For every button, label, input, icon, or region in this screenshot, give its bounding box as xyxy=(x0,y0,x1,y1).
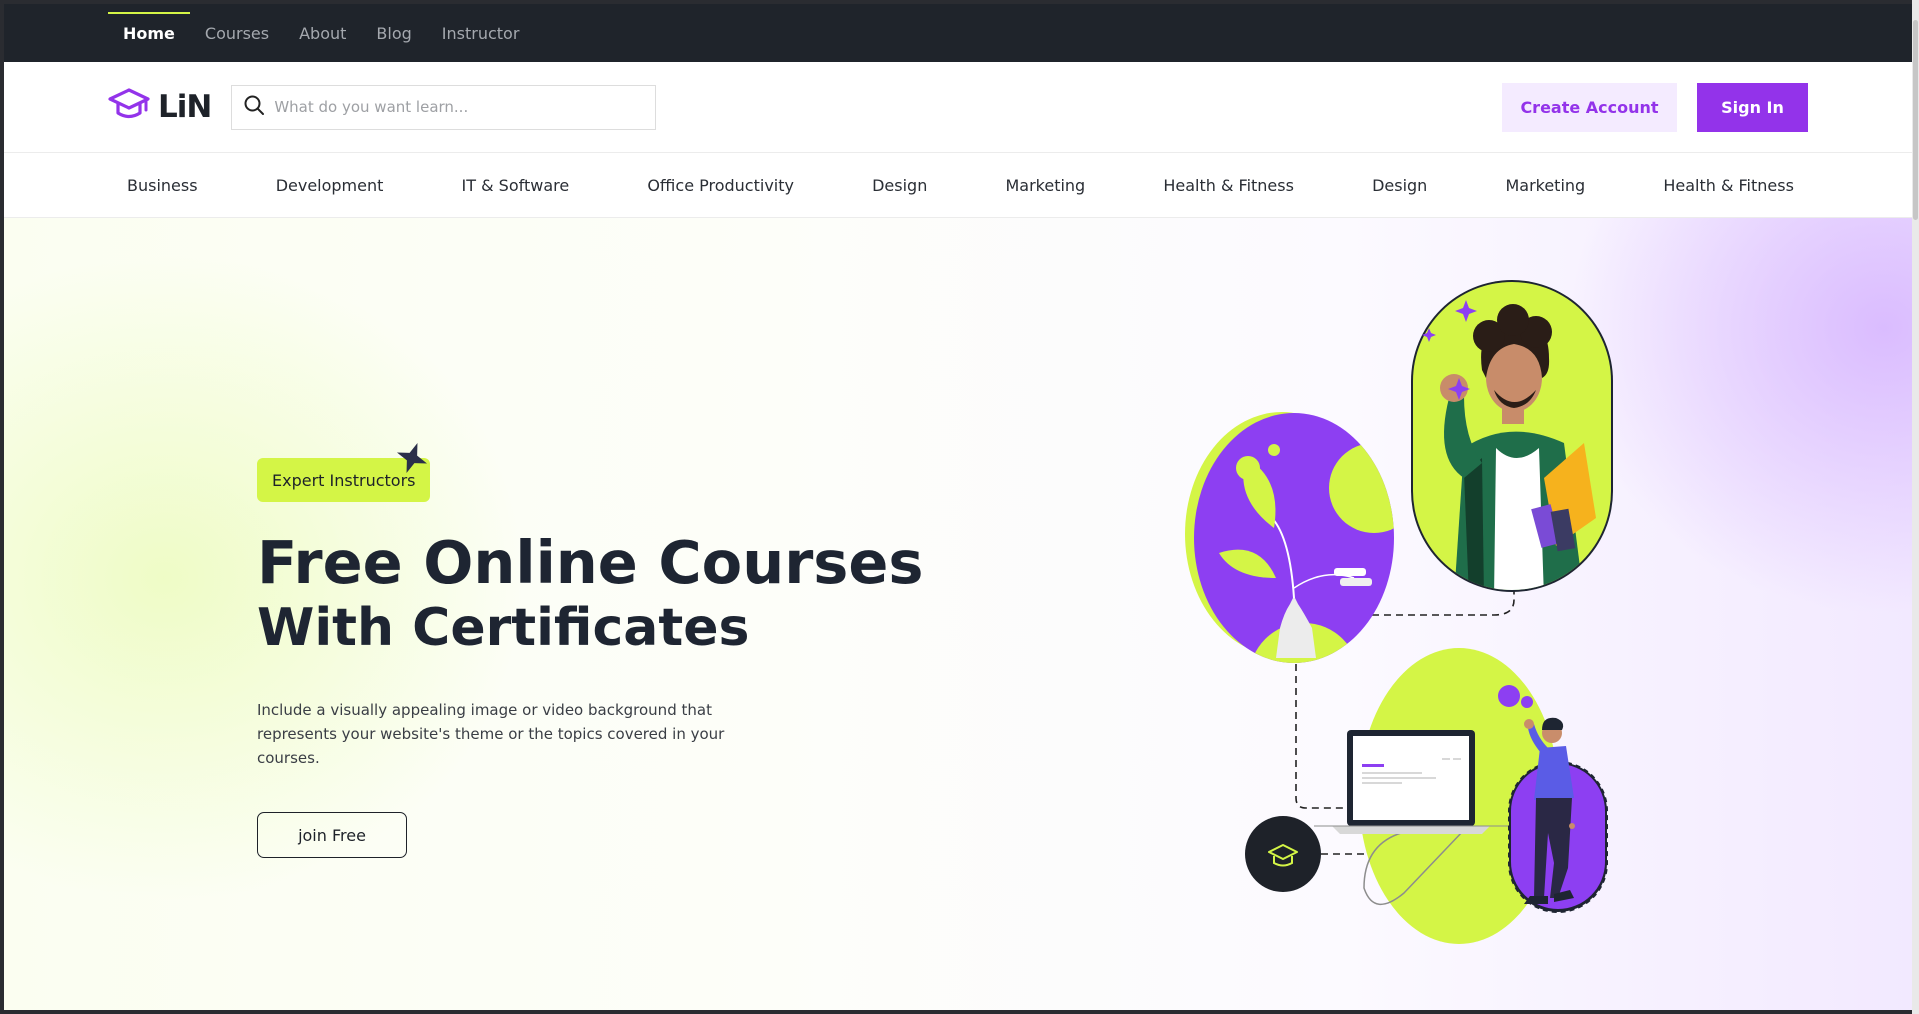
plant-illustration xyxy=(1185,412,1394,663)
sign-in-button[interactable]: Sign In xyxy=(1697,82,1808,132)
category-marketing[interactable]: Marketing xyxy=(1005,176,1085,195)
category-office-productivity[interactable]: Office Productivity xyxy=(647,176,794,195)
search-box[interactable] xyxy=(231,84,657,130)
top-nav-instructor[interactable]: Instructor xyxy=(427,4,535,62)
category-development[interactable]: Development xyxy=(276,176,384,195)
category-design-2[interactable]: Design xyxy=(1372,176,1427,195)
category-bar: Business Development IT & Software Offic… xyxy=(4,153,1912,218)
hero-description: Include a visually appealing image or vi… xyxy=(257,701,725,767)
category-marketing-2[interactable]: Marketing xyxy=(1505,176,1585,195)
category-health-fitness[interactable]: Health & Fitness xyxy=(1163,176,1294,195)
top-navigation: Home Courses About Blog Instructor xyxy=(4,4,1912,62)
hero-subtitle: With Certificates xyxy=(257,598,750,658)
hero-title: Free Online Courses xyxy=(257,528,924,597)
browser-viewport: Home Courses About Blog Instructor LiN W… xyxy=(4,4,1912,1010)
category-design[interactable]: Design xyxy=(872,176,927,195)
graduation-cap-circle xyxy=(1245,816,1321,892)
category-health-fitness-2[interactable]: Health & Fitness xyxy=(1663,176,1794,195)
hero-illustration xyxy=(1185,280,1613,944)
graduation-cap-icon xyxy=(108,86,150,128)
create-account-button[interactable]: Create Account xyxy=(1502,82,1677,132)
hero-section: Expert Instructors Free Online Courses W… xyxy=(4,218,1912,1010)
join-free-button[interactable]: join Free xyxy=(257,812,407,858)
search-icon xyxy=(242,93,266,121)
site-header: LiN Create Account Sign In xyxy=(4,62,1912,153)
top-nav-home[interactable]: Home xyxy=(108,4,190,62)
search-input[interactable] xyxy=(274,98,646,116)
student-photo xyxy=(1411,280,1613,592)
logo-text: LiN xyxy=(158,89,212,125)
category-business[interactable]: Business xyxy=(127,176,198,195)
top-nav-about[interactable]: About xyxy=(284,4,361,62)
site-logo[interactable]: LiN xyxy=(108,86,212,128)
page-scrollbar[interactable] xyxy=(1912,0,1919,1014)
category-it-software[interactable]: IT & Software xyxy=(462,176,570,195)
top-nav-courses[interactable]: Courses xyxy=(190,4,284,62)
sparkle-star-icon xyxy=(394,440,430,480)
scrollbar-thumb[interactable] xyxy=(1913,20,1918,220)
top-nav-blog[interactable]: Blog xyxy=(361,4,426,62)
